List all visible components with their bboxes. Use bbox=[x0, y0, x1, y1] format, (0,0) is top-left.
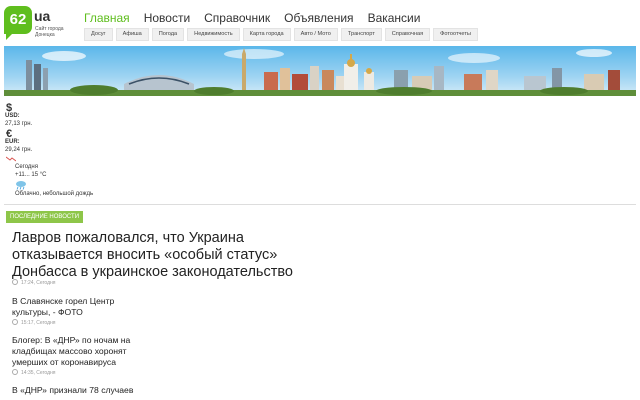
main-nav: Главная Новости Справочник Объявления Ва… bbox=[84, 9, 420, 27]
sub-nav-item-events[interactable]: Афиша bbox=[115, 28, 149, 41]
sub-nav-item-photos[interactable]: Фотоотчеты bbox=[433, 28, 478, 41]
weather-temp: +11... 15 °C bbox=[15, 172, 47, 178]
main-nav-item-news[interactable]: Новости bbox=[144, 9, 190, 27]
latest-news: Последние новости Лавров пожаловался, чт… bbox=[4, 208, 636, 400]
clock-icon bbox=[12, 319, 18, 325]
sub-nav-item-weather[interactable]: Погода bbox=[151, 28, 185, 41]
trend-down-icon bbox=[6, 156, 16, 162]
news-item-time: 15:17, Сегодня bbox=[21, 320, 56, 326]
info-widget: $ USD: 27,13 грн. € EUR: 29,24 грн. Сего… bbox=[4, 101, 636, 205]
main-nav-item-directory[interactable]: Справочник bbox=[204, 9, 270, 27]
news-item-meta: 15:17, Сегодня bbox=[12, 319, 55, 326]
news-item-time: 14:35, Сегодня bbox=[21, 370, 56, 376]
news-item-title[interactable]: В «ДНР» признали 78 случаев bbox=[12, 385, 152, 396]
city-banner bbox=[4, 46, 636, 96]
usd-label: USD: bbox=[5, 113, 20, 119]
news-item-title[interactable]: В Славянске горел Центр культуры, - ФОТО bbox=[12, 296, 152, 318]
site-header: 62 ua Сайт города Донецка Главная Новост… bbox=[0, 0, 640, 44]
sub-nav-item-leisure[interactable]: Досуг bbox=[84, 28, 113, 41]
sub-nav-item-map[interactable]: Карта города bbox=[242, 28, 291, 41]
eur-label: EUR: bbox=[5, 139, 20, 145]
sub-nav-item-auto[interactable]: Авто / Мото bbox=[293, 28, 338, 41]
clock-icon bbox=[12, 369, 18, 375]
main-nav-item-ads[interactable]: Объявления bbox=[284, 9, 353, 27]
logo-badge: 62 bbox=[4, 6, 32, 40]
sub-nav-item-transport[interactable]: Транспорт bbox=[340, 28, 382, 41]
sub-nav-item-realty[interactable]: Недвижимость bbox=[187, 28, 240, 41]
main-nav-item-jobs[interactable]: Вакансии bbox=[368, 9, 421, 27]
site-logo[interactable]: 62 ua Сайт города Донецка bbox=[4, 6, 84, 42]
main-nav-item-home[interactable]: Главная bbox=[84, 9, 130, 27]
news-item-meta: 14:35, Сегодня bbox=[12, 369, 55, 376]
weather-condition: Облачно, небольшой дождь bbox=[15, 191, 94, 197]
weather-day: Сегодня bbox=[15, 164, 38, 170]
cloud-rain-icon bbox=[16, 181, 26, 190]
euro-icon: € bbox=[6, 128, 13, 140]
news-section-label[interactable]: Последние новости bbox=[6, 211, 84, 223]
usd-rate: 27,13 грн. bbox=[5, 121, 33, 127]
page: { "site": { "logo_number": "62", "logo_s… bbox=[0, 0, 640, 400]
logo-tagline: Сайт города Донецка bbox=[35, 26, 64, 38]
eur-rate: 29,24 грн. bbox=[5, 147, 33, 153]
sub-nav: Досуг Афиша Погода Недвижимость Карта го… bbox=[84, 28, 478, 41]
lead-news-meta: 17:24, Сегодня bbox=[12, 279, 55, 286]
sub-nav-item-reference[interactable]: Справочная bbox=[384, 28, 431, 41]
news-item-title[interactable]: Блогер: В «ДНР» по ночам на кладбищах ма… bbox=[12, 335, 152, 368]
dollar-icon: $ bbox=[6, 102, 13, 114]
skyline-illustration bbox=[4, 48, 636, 96]
lead-news-title[interactable]: Лавров пожаловался, что Украина отказыва… bbox=[12, 230, 322, 281]
clock-icon bbox=[12, 279, 18, 285]
lead-news-time: 17:24, Сегодня bbox=[21, 280, 56, 286]
logo-suffix: ua bbox=[34, 8, 51, 24]
